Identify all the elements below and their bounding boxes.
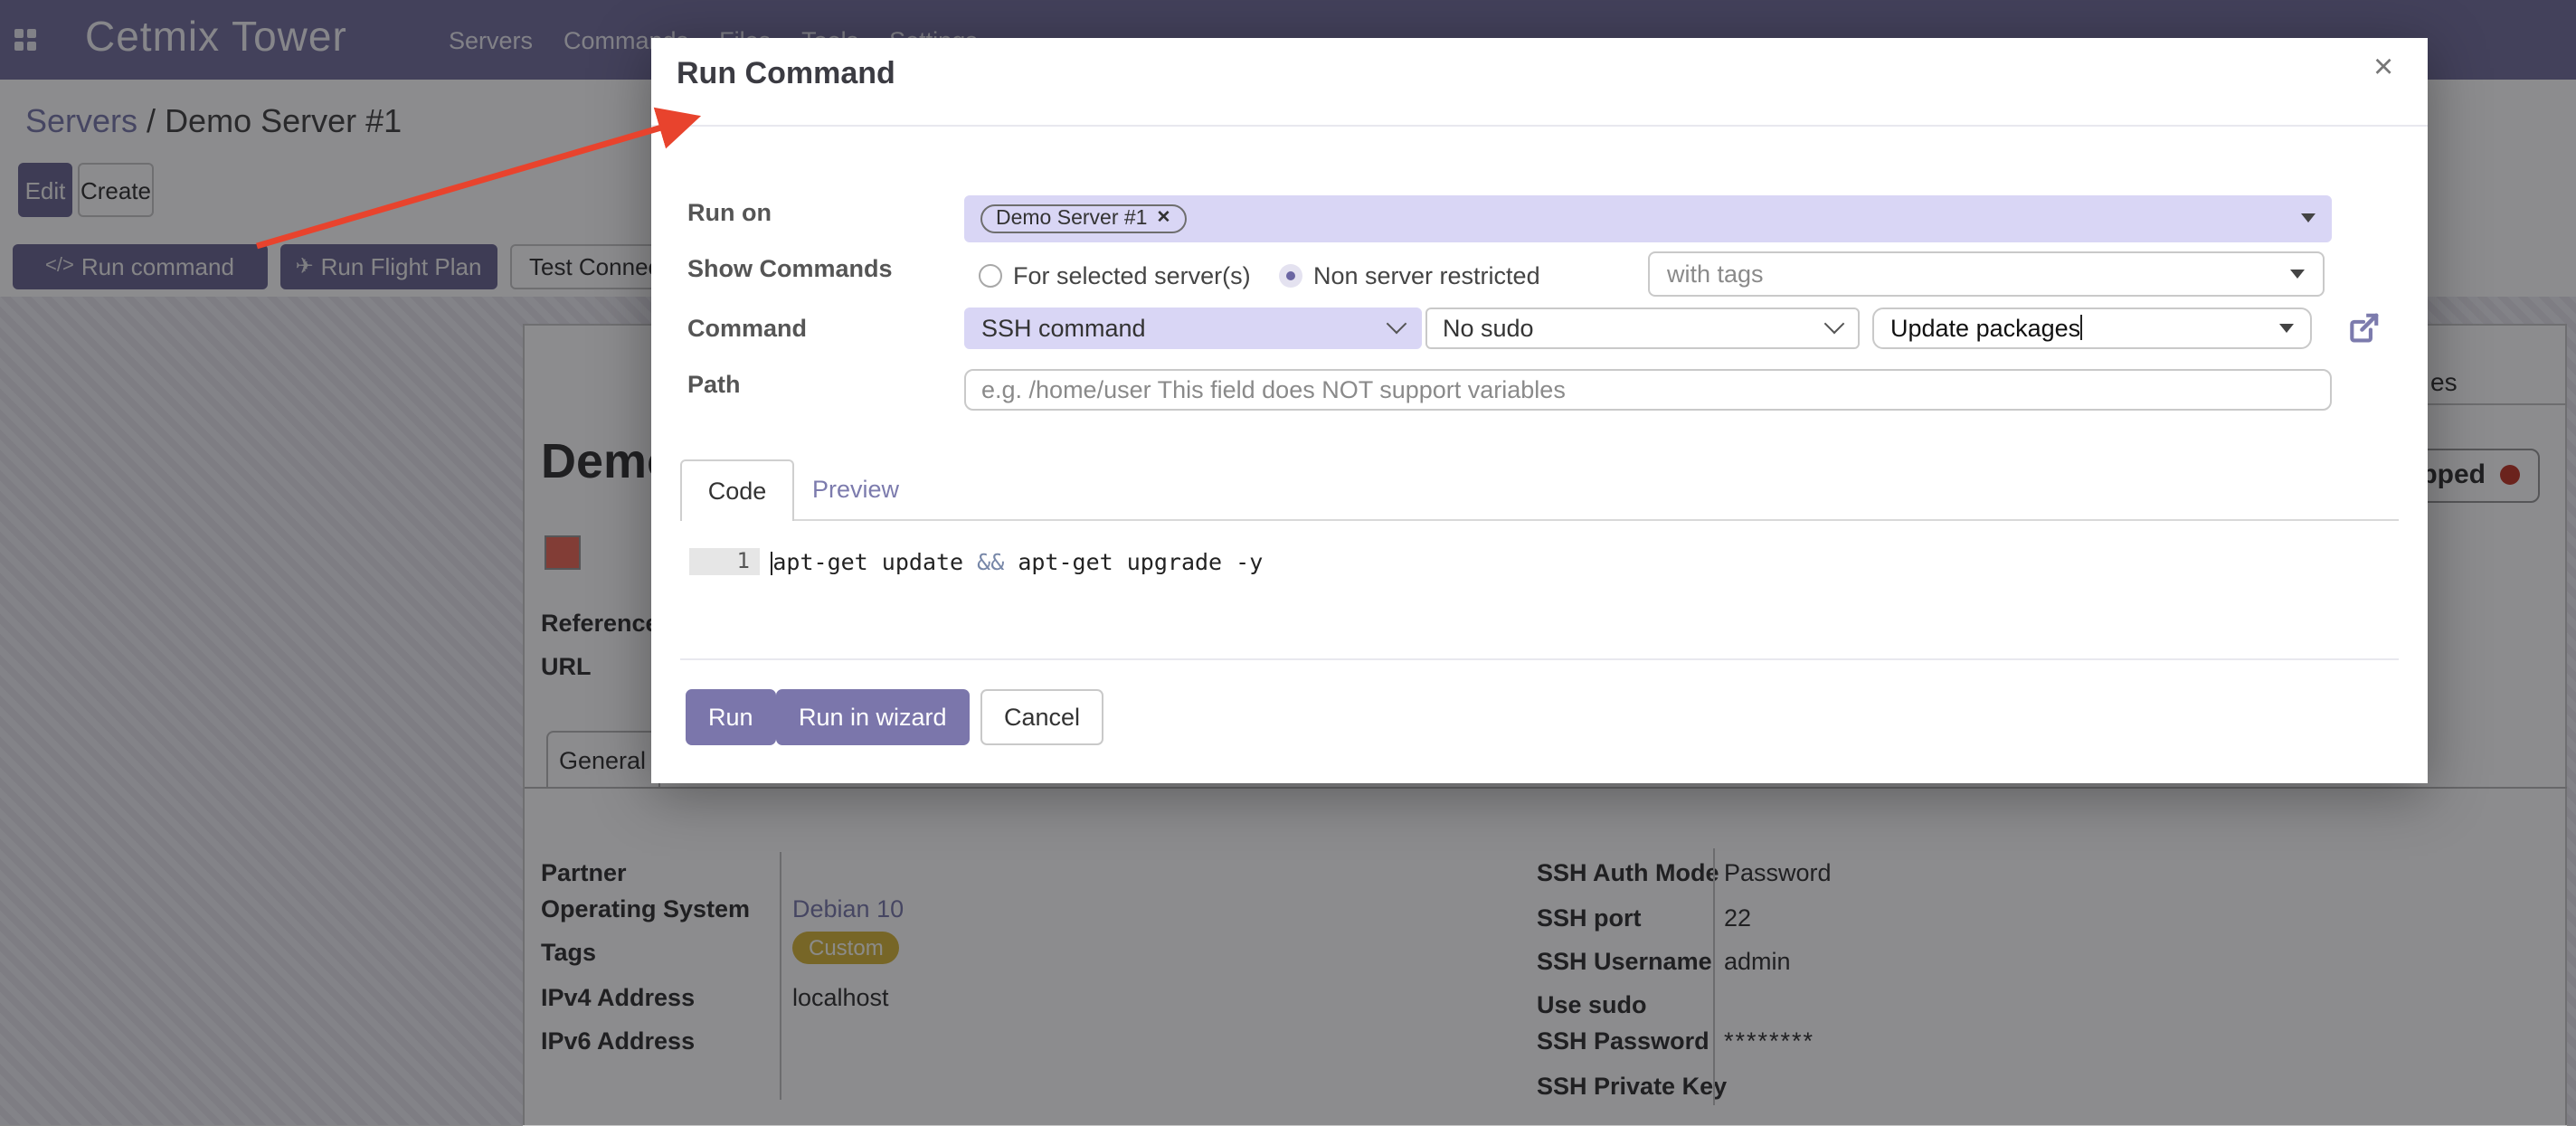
dropdown-caret-icon[interactable] <box>2300 213 2315 222</box>
dropdown-caret-icon[interactable] <box>2290 270 2305 279</box>
radio-on-icon[interactable] <box>1279 264 1302 288</box>
tag-remove-icon[interactable]: ✕ <box>1156 208 1170 228</box>
command-label: Command <box>687 314 807 341</box>
modal-header-divider <box>651 125 2427 127</box>
code-editor-line[interactable]: apt-get update && apt-get upgrade -y <box>771 548 1263 575</box>
tab-code[interactable]: Code <box>680 459 794 521</box>
server-tag[interactable]: Demo Server #1 ✕ <box>980 203 1187 232</box>
code-line-number: 1 <box>688 547 759 575</box>
path-placeholder: e.g. /home/user This field does NOT supp… <box>981 376 1566 403</box>
show-commands-label: Show Commands <box>687 255 893 282</box>
command-type-select[interactable]: SSH command <box>963 308 1421 348</box>
cancel-button[interactable]: Cancel <box>980 688 1103 744</box>
path-input[interactable]: e.g. /home/user This field does NOT supp… <box>963 368 2331 411</box>
external-link-icon[interactable] <box>2346 311 2381 345</box>
sudo-select[interactable]: No sudo <box>1425 308 1859 348</box>
path-label: Path <box>687 371 741 398</box>
tab-preview[interactable]: Preview <box>801 459 910 517</box>
radio-non-restricted[interactable]: Non server restricted <box>1279 262 1540 289</box>
text-cursor <box>2080 316 2082 341</box>
radio-off-icon[interactable] <box>979 264 1002 288</box>
run-on-label: Run on <box>687 199 772 226</box>
modal-title: Run Command <box>677 55 895 91</box>
run-command-modal: Run Command × Run on Demo Server #1 ✕ Sh… <box>651 37 2427 783</box>
tags-filter-select[interactable]: with tags <box>1647 251 2325 296</box>
radio-selected-servers[interactable]: For selected server(s) <box>979 262 1251 289</box>
screen: Cetmix Tower Servers Commands Files Tool… <box>0 0 2576 1125</box>
tab-strip-divider <box>680 518 2398 520</box>
dropdown-caret-icon[interactable] <box>2278 324 2293 333</box>
run-on-field[interactable]: Demo Server #1 ✕ <box>963 194 2331 241</box>
run-button[interactable]: Run <box>685 688 777 744</box>
modal-footer-divider <box>680 658 2398 660</box>
select-chevron-icon[interactable] <box>1823 314 1844 335</box>
run-in-wizard-button[interactable]: Run in wizard <box>775 688 971 744</box>
select-chevron-icon[interactable] <box>1386 314 1406 335</box>
close-icon[interactable]: × <box>2373 50 2393 84</box>
command-combobox[interactable]: Update packages <box>1872 308 2311 348</box>
